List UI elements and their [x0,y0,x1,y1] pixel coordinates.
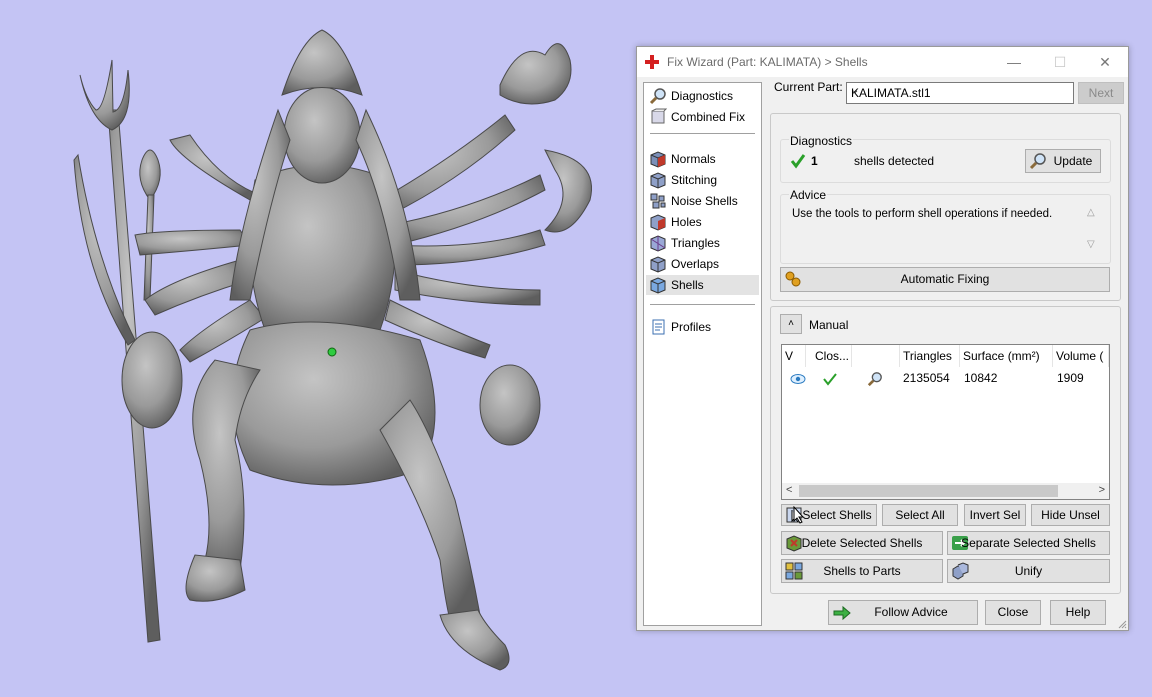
nav-item-shells[interactable]: Shells [646,275,759,295]
magnifier-icon [649,88,666,105]
window-title: Fix Wizard (Part: KALIMATA) > Shells [667,55,868,69]
nav-item-holes[interactable]: Holes [646,212,759,232]
close-button[interactable]: Close [985,600,1041,625]
noise-shells-icon [650,193,666,209]
scroll-right-icon[interactable]: > [1099,484,1105,496]
normals-cube-icon [650,151,666,168]
red-cross-app-icon [645,55,659,69]
scroll-left-icon[interactable]: < [786,484,792,496]
follow-advice-label: Follow Advice [874,605,948,619]
cell-volume: 1909 [1057,371,1084,385]
minimize-button[interactable]: — [991,47,1037,77]
shells-detected-text: shells detected [854,154,935,168]
checkmark-icon [790,154,806,169]
column-header-visible[interactable]: V [782,345,806,367]
collapse-chevron-up-icon[interactable]: ˄ [780,314,802,334]
separate-selected-shells-label: Separate Selected Shells [961,536,1096,550]
holes-cube-icon [650,214,666,231]
current-part-label: Current Part: [774,80,843,94]
shells-to-parts-label: Shells to Parts [823,564,901,578]
advice-title: Advice [789,188,828,202]
nav-item-combined-fix[interactable]: Combined Fix [646,107,759,127]
nav-item-triangles[interactable]: Triangles [646,233,759,253]
help-button[interactable]: Help [1050,600,1106,625]
resize-grip-icon[interactable] [1117,619,1127,629]
column-header-surface[interactable]: Surface (mm²) [960,345,1053,367]
combined-fix-icon [651,108,667,124]
kali-statue-model [73,29,592,671]
title-bar[interactable]: Fix Wizard (Part: KALIMATA) > Shells — ☐… [637,47,1128,77]
update-label: Update [1053,154,1093,168]
shells-cube-icon [650,277,666,294]
3d-viewport[interactable] [0,0,630,694]
shells-table[interactable]: V Clos... Triangles Surface (mm²) Volume… [781,344,1110,500]
current-part-select[interactable]: KALIMATA.stl1 ⌄ [846,82,1074,104]
scrollbar-thumb[interactable] [799,485,1058,497]
delete-selected-shells-label: Delete Selected Shells [801,536,923,550]
overlaps-cube-icon [650,256,666,273]
magnifier-icon[interactable] [867,371,883,387]
shells-to-parts-button[interactable]: Shells to Parts [781,559,943,583]
column-header-inspect[interactable] [852,345,900,367]
diagnostics-title: Diagnostics [789,134,854,148]
nav-item-stitching[interactable]: Stitching [646,170,759,190]
hide-unsel-button[interactable]: Hide Unsel [1031,504,1110,526]
unify-button[interactable]: Unify [947,559,1110,583]
delete-selected-shells-button[interactable]: Delete Selected Shells [781,531,943,555]
follow-advice-button[interactable]: Follow Advice [828,600,978,625]
checkmark-icon [823,373,837,386]
fix-category-list: Diagnostics Combined Fix Normals Stitchi… [643,82,762,626]
nav-item-noise-shells[interactable]: Noise Shells [646,191,759,211]
triangles-cube-icon [650,235,666,252]
scroll-up-icon[interactable]: △ [1087,207,1095,218]
horizontal-scrollbar[interactable]: < > [782,483,1109,499]
advice-text: Use the tools to perform shell operation… [792,208,1053,220]
cell-triangles: 2135054 [903,371,950,385]
separate-selected-shells-button[interactable]: Separate Selected Shells [947,531,1110,555]
nav-separator [650,133,755,134]
column-header-triangles[interactable]: Triangles [900,345,960,367]
maximize-button[interactable]: ☐ [1037,47,1083,77]
profiles-document-icon [652,319,665,335]
shells-detected-count: 1 [811,154,818,168]
column-header-volume[interactable]: Volume ( [1053,345,1109,367]
automatic-fixing-button[interactable]: Automatic Fixing [780,267,1110,292]
select-all-button[interactable]: Select All [882,504,958,526]
fix-wizard-dialog: Fix Wizard (Part: KALIMATA) > Shells — ☐… [636,46,1129,631]
update-button[interactable]: Update [1025,149,1101,173]
nav-separator [650,304,755,305]
nav-item-normals[interactable]: Normals [646,149,759,169]
next-button[interactable]: Next [1078,82,1124,104]
nav-item-overlaps[interactable]: Overlaps [646,254,759,274]
nav-item-profiles[interactable]: Profiles [646,317,759,337]
stitching-cube-icon [650,172,666,189]
unify-label: Unify [1014,564,1043,578]
chevron-down-icon: ⌄ [851,85,860,96]
manual-title: Manual [809,318,849,332]
advice-group [780,194,1111,264]
mouse-cursor-icon [793,506,805,524]
cell-surface: 10842 [964,371,998,385]
column-header-closed[interactable]: Clos... [812,345,852,367]
close-window-button[interactable]: ✕ [1082,47,1128,77]
automatic-fixing-label: Automatic Fixing [900,272,990,286]
eye-icon[interactable] [790,373,806,385]
scroll-down-icon[interactable]: ▽ [1087,239,1095,250]
nav-item-diagnostics[interactable]: Diagnostics [646,86,759,106]
invert-sel-button[interactable]: Invert Sel [964,504,1026,526]
